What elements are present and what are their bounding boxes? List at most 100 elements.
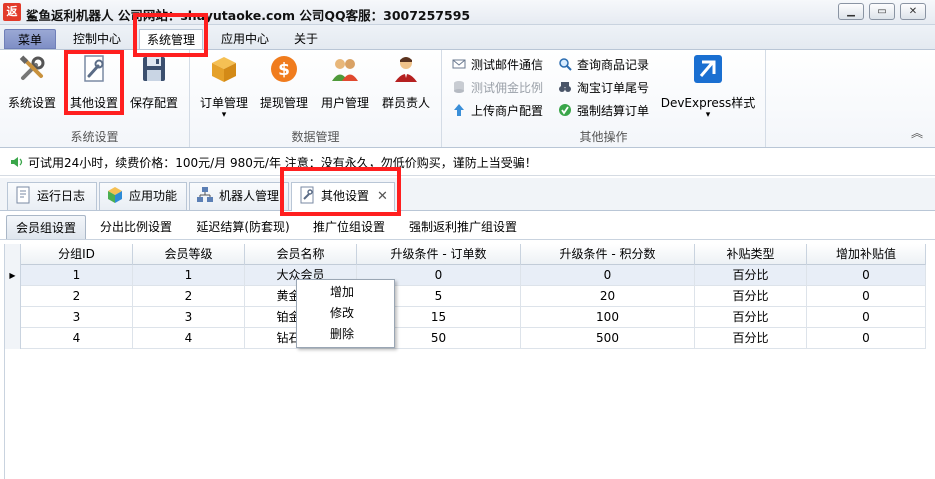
check-circle-icon: [559, 104, 571, 116]
force-settle-button[interactable]: 强制结算订单: [558, 102, 649, 120]
column-header[interactable]: 会员名称: [245, 244, 357, 265]
test-email-label: 测试邮件通信: [471, 58, 544, 72]
document-tabs: 运行日志 应用功能 机器人管理 其他设置 ✕: [0, 178, 935, 211]
group-label: 系统设置: [70, 130, 119, 144]
dropdown-arrow-icon: ▾: [705, 110, 711, 120]
withdraw-management-button[interactable]: $ 提现管理: [258, 54, 310, 114]
tab-app-functions[interactable]: 应用功能: [99, 182, 187, 210]
envelope-icon: [452, 59, 466, 69]
maximize-button[interactable]: ▭: [869, 3, 895, 20]
table-cell[interactable]: 0: [807, 328, 926, 349]
tab-label: 应用功能: [129, 189, 178, 203]
subtab-force-rebate-group[interactable]: 强制返利推广组设置: [400, 215, 526, 239]
column-header[interactable]: 补贴类型: [695, 244, 807, 265]
table-cell[interactable]: 百分比: [695, 307, 807, 328]
table-cell[interactable]: 0: [807, 286, 926, 307]
table-row[interactable]: ▶ 1 1 大众会员 0 0 百分比 0: [5, 265, 926, 286]
table-cell[interactable]: 4: [133, 328, 245, 349]
close-button[interactable]: ✕: [900, 3, 926, 20]
app-window: 返 鲨鱼返利机器人 公司网站：shayutaoke.com 公司QQ客服：300…: [0, 0, 935, 479]
app-logo-icon: 返: [3, 3, 21, 21]
menu-item-add[interactable]: 增加: [297, 282, 394, 302]
table-cell[interactable]: 4: [21, 328, 133, 349]
tab-control-center[interactable]: 控制中心: [66, 29, 128, 49]
system-settings-button[interactable]: 系统设置: [6, 54, 58, 114]
tab-label: 运行日志: [37, 189, 86, 203]
table-cell[interactable]: 0: [807, 265, 926, 286]
upload-arrow-icon: [454, 104, 464, 116]
taobao-order-suffix-button[interactable]: 淘宝订单尾号: [558, 79, 649, 97]
menu-item-edit[interactable]: 修改: [297, 303, 394, 323]
tab-app-center[interactable]: 应用中心: [214, 29, 276, 49]
tab-about[interactable]: 关于: [286, 29, 326, 49]
upload-merchant-button[interactable]: 上传商户配置: [452, 102, 543, 120]
magnifier-icon: [559, 58, 572, 71]
table-cell[interactable]: 百分比: [695, 265, 807, 286]
table-cell[interactable]: 百分比: [695, 328, 807, 349]
table-cell[interactable]: 3: [21, 307, 133, 328]
window-title: 鲨鱼返利机器人 公司网站：shayutaoke.com 公司QQ客服：30072…: [26, 8, 471, 23]
highlight-box-other-settings: [64, 50, 124, 115]
save-config-button[interactable]: 保存配置: [128, 54, 180, 114]
group-label: 其他操作: [579, 130, 628, 144]
devexpress-style-label: DevExpress样式: [660, 96, 756, 110]
test-commission-label: 测试佣金比例: [471, 81, 544, 95]
table-cell[interactable]: 1: [133, 265, 245, 286]
table-row[interactable]: 2 2 黄金会员 5 20 百分比 0: [5, 286, 926, 307]
table-cell[interactable]: 100: [521, 307, 695, 328]
table-row[interactable]: 3 3 铂金会员 15 100 百分比 0: [5, 307, 926, 328]
query-goods-button[interactable]: 查询商品记录: [558, 56, 649, 74]
menu-item-delete[interactable]: 删除: [297, 324, 394, 344]
group-data-management: 订单管理 ▾ $ 提现管理 用户管理 群员责人 数据管理: [190, 50, 442, 147]
current-row-indicator-icon: ▶: [5, 265, 21, 286]
tab-menu[interactable]: 菜单: [4, 29, 56, 49]
ribbon: 系统设置 其他设置 保存配置 系统设置 订单管理 ▾ $ 提现管理 用户管理 群…: [0, 49, 935, 148]
table-row[interactable]: 4 4 钻石会员 50 500 百分比 0: [5, 328, 926, 349]
table-header: 分组ID 会员等级 会员名称 升级条件 - 订单数 升级条件 - 积分数 补贴类…: [5, 244, 926, 265]
order-management-button[interactable]: 订单管理 ▾: [198, 54, 250, 120]
table-cell[interactable]: 2: [133, 286, 245, 307]
column-header[interactable]: 会员等级: [133, 244, 245, 265]
settings-subtabs: 会员组设置 分出比例设置 延迟结算(防套现) 推广位组设置 强制返利推广组设置: [0, 212, 935, 240]
row-indicator: [5, 286, 21, 307]
user-management-button[interactable]: 用户管理: [319, 54, 371, 114]
column-header[interactable]: 升级条件 - 积分数: [521, 244, 695, 265]
devexpress-style-button[interactable]: DevExpress样式 ▾: [661, 54, 755, 120]
minimize-button[interactable]: ▁: [838, 3, 864, 20]
binoculars-icon: [559, 82, 571, 92]
group-owner-button[interactable]: 群员责人: [380, 54, 432, 114]
table-cell[interactable]: 0: [521, 265, 695, 286]
network-icon: [197, 187, 213, 202]
table-cell[interactable]: 500: [521, 328, 695, 349]
table-cell[interactable]: 3: [133, 307, 245, 328]
test-commission-button[interactable]: 测试佣金比例: [452, 79, 543, 97]
collapse-ribbon-icon[interactable]: ︽: [911, 124, 923, 141]
group-other-ops: 测试邮件通信 测试佣金比例 上传商户配置 查询商品记录 淘宝订单尾号 强制结算订…: [442, 50, 766, 147]
table-cell[interactable]: 20: [521, 286, 695, 307]
devexpress-logo-icon: [694, 55, 722, 83]
column-header[interactable]: 分组ID: [21, 244, 133, 265]
context-menu: 增加 修改 删除: [296, 279, 395, 348]
subtab-promo-position-group[interactable]: 推广位组设置: [303, 215, 395, 239]
table-cell[interactable]: 0: [807, 307, 926, 328]
floppy-disk-icon: [143, 57, 165, 81]
cube-icon: [108, 187, 122, 203]
table-cell[interactable]: 1: [21, 265, 133, 286]
group-owner-label: 群员责人: [381, 96, 430, 110]
dropdown-arrow-icon: ▾: [221, 110, 227, 120]
column-header[interactable]: 升级条件 - 订单数: [357, 244, 521, 265]
person-icon: [395, 57, 417, 82]
test-email-button[interactable]: 测试邮件通信: [452, 56, 543, 74]
database-icon: [454, 81, 464, 93]
subtab-member-group[interactable]: 会员组设置: [6, 215, 86, 239]
subtab-split-ratio[interactable]: 分出比例设置: [90, 215, 182, 239]
tab-run-log[interactable]: 运行日志: [7, 182, 97, 210]
column-header[interactable]: 增加补贴值: [807, 244, 926, 265]
table-cell[interactable]: 百分比: [695, 286, 807, 307]
tab-robot-management[interactable]: 机器人管理: [189, 182, 289, 210]
upload-merchant-label: 上传商户配置: [471, 104, 544, 118]
table-cell[interactable]: 2: [21, 286, 133, 307]
subtab-delay-settlement[interactable]: 延迟结算(防套现): [188, 215, 298, 239]
tab-label: 机器人管理: [219, 189, 280, 203]
dollar-coin-icon: $: [271, 56, 297, 82]
